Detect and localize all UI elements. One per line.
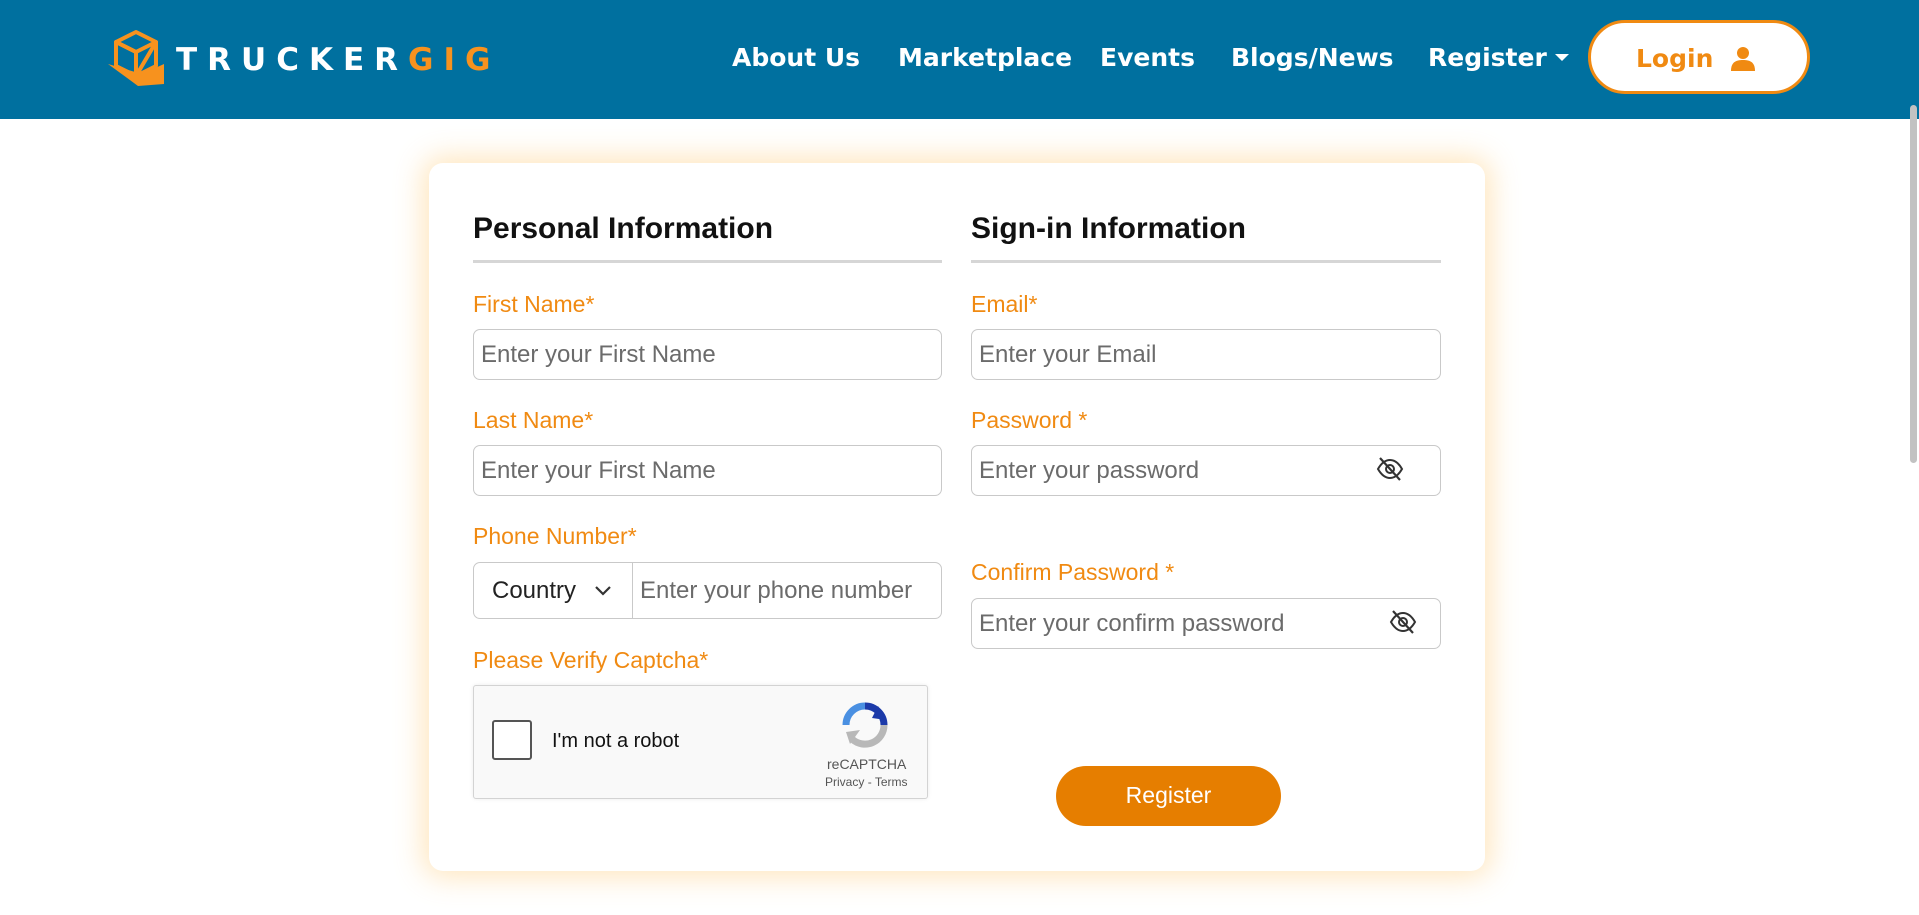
- confirm-password-input[interactable]: [971, 598, 1441, 649]
- chevron-down-icon: [595, 586, 611, 596]
- page-scrollbar[interactable]: [1910, 105, 1917, 463]
- register-button-label: Register: [1125, 782, 1212, 808]
- password-input[interactable]: [971, 445, 1441, 496]
- eye-off-icon[interactable]: [1389, 609, 1417, 635]
- phone-number-input[interactable]: [632, 562, 942, 619]
- country-select[interactable]: Country: [473, 562, 633, 619]
- first-name-label: First Name*: [473, 291, 595, 317]
- recaptcha-terms-link[interactable]: Terms: [875, 775, 908, 789]
- register-button[interactable]: Register: [1056, 766, 1281, 826]
- recaptcha-widget: I'm not a robot reCAPTCHA Privacy - Term…: [473, 685, 928, 799]
- truck-box-icon: [108, 30, 164, 86]
- recaptcha-brand: reCAPTCHA: [827, 756, 907, 772]
- personal-info-heading: Personal Information: [473, 212, 774, 245]
- password-label: Password *: [971, 407, 1088, 433]
- nav-blogs-news[interactable]: Blogs/News: [1231, 43, 1394, 72]
- login-button[interactable]: Login: [1588, 20, 1810, 94]
- logo-wordmark: TRUCKERGIG: [176, 42, 500, 78]
- last-name-input[interactable]: [473, 445, 942, 496]
- confirm-password-label: Confirm Password *: [971, 559, 1175, 585]
- nav-about-us[interactable]: About Us: [732, 43, 860, 72]
- last-name-label: Last Name*: [473, 407, 594, 433]
- email-input[interactable]: [971, 329, 1441, 380]
- logo-text-accent: GIG: [408, 42, 501, 78]
- personal-info-divider: [473, 260, 942, 263]
- recaptcha-text: I'm not a robot: [552, 730, 680, 752]
- recaptcha-logo-icon: [842, 702, 888, 748]
- site-header: TRUCKERGIG About Us Marketplace Events B…: [0, 0, 1919, 119]
- login-label: Login: [1636, 44, 1714, 73]
- country-select-value: Country: [492, 577, 577, 604]
- eye-off-icon[interactable]: [1376, 456, 1404, 482]
- user-icon: [1731, 47, 1755, 71]
- recaptcha-checkbox[interactable]: [492, 720, 532, 760]
- truckergig-logo[interactable]: TRUCKERGIG: [108, 28, 490, 90]
- signin-info-heading: Sign-in Information: [971, 212, 1246, 245]
- recaptcha-link-separator: -: [867, 775, 872, 789]
- nav-events[interactable]: Events: [1100, 43, 1195, 72]
- captcha-label: Please Verify Captcha*: [473, 647, 709, 673]
- nav-register-label: Register: [1428, 43, 1547, 72]
- phone-number-label: Phone Number*: [473, 523, 637, 549]
- recaptcha-privacy-link[interactable]: Privacy: [825, 775, 864, 789]
- recaptcha-links: Privacy - Terms: [825, 775, 907, 789]
- nav-marketplace[interactable]: Marketplace: [898, 43, 1072, 72]
- first-name-input[interactable]: [473, 329, 942, 380]
- logo-text-main: TRUCKER: [176, 42, 409, 78]
- nav-register-dropdown[interactable]: Register: [1428, 43, 1569, 72]
- registration-card: Personal Information First Name* Last Na…: [429, 163, 1485, 871]
- signin-info-divider: [971, 260, 1441, 263]
- email-label: Email*: [971, 291, 1038, 317]
- caret-down-icon: [1554, 54, 1569, 61]
